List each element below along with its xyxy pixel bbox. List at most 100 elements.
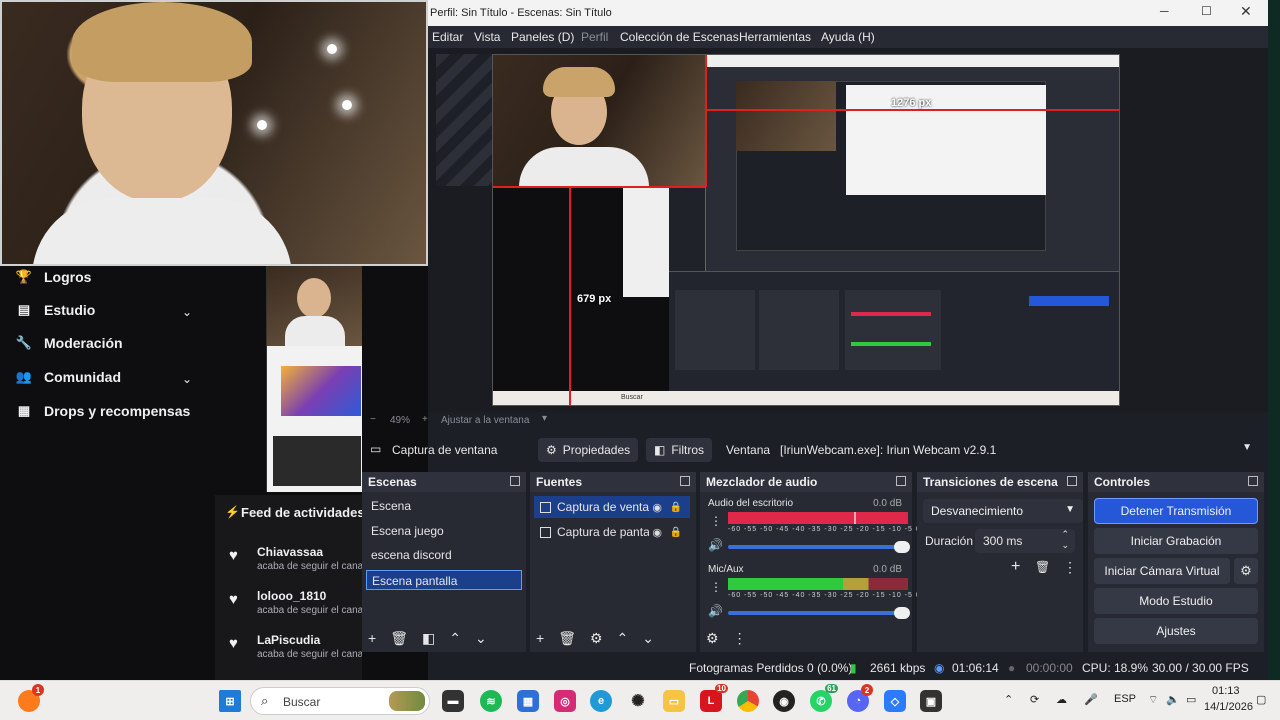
zoom-out-icon[interactable]: − [370,414,376,425]
kebab-icon[interactable]: ⋮ [710,580,722,594]
sidebar-item-drops[interactable]: ▦ Drops y recompensas [16,403,190,419]
chevron-down-icon[interactable]: ⌄ [1061,540,1069,551]
volume-slider[interactable] [728,541,910,553]
popout-icon[interactable] [1067,476,1077,486]
app-blue-icon[interactable]: ◇ [884,690,906,712]
chevron-down-icon[interactable]: ⌄ [182,372,192,386]
sidebar-item-estudio[interactable]: ▤ Estudio [16,302,96,318]
transition-select[interactable]: Desvanecimiento ▼ [923,499,1083,523]
sidebar-item-logros[interactable]: 🏆 Logros [16,269,92,285]
speaker-icon[interactable]: 🔊 [708,604,723,618]
settings-icon[interactable]: ⚙ [706,630,719,647]
menu-editar[interactable]: Editar [432,30,463,44]
start-recording-button[interactable]: Iniciar Grabación [1094,528,1258,554]
language-indicator[interactable]: ESP [1114,693,1136,705]
minimize-icon[interactable]: ─ [1160,4,1169,18]
menu-perfil[interactable]: Perfil [581,30,608,44]
chevron-down-icon[interactable]: ⌄ [642,630,654,647]
firefox-icon[interactable]: 1 [18,684,44,712]
instagram-icon[interactable]: ◎ [554,690,576,712]
eye-icon[interactable]: ◉ [652,526,662,539]
spotify-icon[interactable]: ≋ [480,690,502,712]
chevron-down-icon[interactable]: ⌄ [475,630,487,647]
slider-knob[interactable] [894,607,910,619]
add-icon[interactable]: + [1011,558,1020,576]
microphone-icon[interactable]: 🎤 [1084,693,1098,706]
close-icon[interactable]: ✕ [1240,3,1252,20]
maximize-icon[interactable]: ☐ [1201,4,1212,18]
gear-icon[interactable]: ⚙ [1234,558,1258,584]
filter-icon[interactable]: ◧ [422,630,435,647]
discord-icon[interactable]: ◔ 2 [847,684,873,712]
kebab-icon[interactable]: ⋮ [710,514,722,528]
cloud-icon[interactable]: ☁ [1056,693,1067,706]
wifi-icon[interactable]: ⌔ [1148,693,1158,707]
properties-button[interactable]: ⚙ Propiedades [538,438,639,462]
chevron-down-icon[interactable]: ▾ [542,413,547,424]
obs-icon[interactable]: ◉ [773,690,795,712]
start-virtual-camera-button[interactable]: Iniciar Cámara Virtual [1094,558,1230,584]
red-app-icon[interactable]: L 10 [700,684,728,712]
chevron-up-icon[interactable]: ⌃ [617,630,629,647]
kebab-icon[interactable]: ⋮ [733,630,747,647]
clock-date[interactable]: 14/1/2026 [1204,701,1253,713]
chevron-up-icon[interactable]: ⌃ [449,630,461,647]
trash-icon[interactable]: 🗑 [558,630,576,647]
filters-button[interactable]: ◧ Filtros [646,438,713,462]
slider-knob[interactable] [894,541,910,553]
fit-to-window[interactable]: Ajustar a la ventana [441,415,529,426]
windows-start-icon[interactable]: ⊞ [219,690,241,712]
file-explorer-icon[interactable]: ▭ [663,690,685,712]
duration-spinbox[interactable]: 300 ms ⌃ ⌄ [975,529,1075,553]
trash-icon[interactable]: 🗑 [1035,560,1050,574]
add-icon[interactable]: + [536,630,544,646]
scene-item-selected[interactable]: Escena pantalla [366,570,522,590]
chevron-down-icon[interactable]: ⌄ [182,305,192,319]
terminal-icon[interactable]: ▬ [442,690,464,712]
volume-slider[interactable] [728,607,910,619]
stop-streaming-button[interactable]: Detener Transmisión [1094,498,1258,524]
app-dark-icon[interactable]: ▣ [920,690,942,712]
zoom-in-icon[interactable]: + [422,414,428,425]
eye-icon[interactable]: ◉ [652,501,662,514]
source-item[interactable]: Captura de pantalla ◉ 🔒 [534,521,690,543]
clock-time[interactable]: 01:13 [1212,685,1240,697]
kebab-icon[interactable]: ⋮ [1063,559,1077,576]
store-icon[interactable]: ▦ [517,690,539,712]
notifications-icon[interactable]: ▢ [1256,693,1266,706]
chevron-up-icon[interactable]: ⌃ [1004,693,1013,706]
scene-item[interactable]: Escena juego [366,521,522,541]
menu-vista[interactable]: Vista [474,30,500,44]
window-select[interactable]: [IriunWebcam.exe]: Iriun Webcam v2.9.1 ▼ [774,438,1262,462]
sidebar-item-moderacion[interactable]: 🔧 Moderación [16,335,123,351]
popout-icon[interactable] [1248,476,1258,486]
lock-icon[interactable]: 🔒 [670,502,682,513]
menu-paneles[interactable]: Paneles (D) [511,30,574,44]
preview-area[interactable]: Buscar 1276 px 679 px [428,48,1268,412]
taskbar-search[interactable]: ⌕ Buscar [250,687,430,715]
sync-icon[interactable]: ⟳ [1030,693,1039,706]
sidebar-item-comunidad[interactable]: 👥 Comunidad [16,369,121,385]
lock-icon[interactable]: 🔒 [670,527,682,538]
program-canvas[interactable]: Buscar 1276 px 679 px [492,54,1120,406]
menu-coleccion[interactable]: Colección de Escenas [620,30,739,44]
volume-icon[interactable]: 🔈 [1166,693,1180,706]
settings-button[interactable]: Ajustes [1094,618,1258,644]
add-icon[interactable]: + [368,630,376,646]
chatgpt-icon[interactable]: ✺ [627,690,649,712]
whatsapp-icon[interactable]: ✆ 61 [810,684,838,712]
gear-icon[interactable]: ⚙ [590,630,603,647]
trash-icon[interactable]: 🗑 [390,630,408,647]
chrome-icon[interactable] [737,690,759,712]
menu-herramientas[interactable]: Herramientas [739,30,811,44]
popout-icon[interactable] [510,476,520,486]
scene-item[interactable]: escena discord [366,545,522,565]
studio-mode-button[interactable]: Modo Estudio [1094,588,1258,614]
popout-icon[interactable] [680,476,690,486]
menu-ayuda[interactable]: Ayuda (H) [821,30,875,44]
source-item[interactable]: Captura de ventana ◉ 🔒 [534,496,690,518]
scene-item[interactable]: Escena [366,496,522,516]
speaker-icon[interactable]: 🔊 [708,538,723,552]
edge-icon[interactable]: e [590,690,612,712]
popout-icon[interactable] [896,476,906,486]
